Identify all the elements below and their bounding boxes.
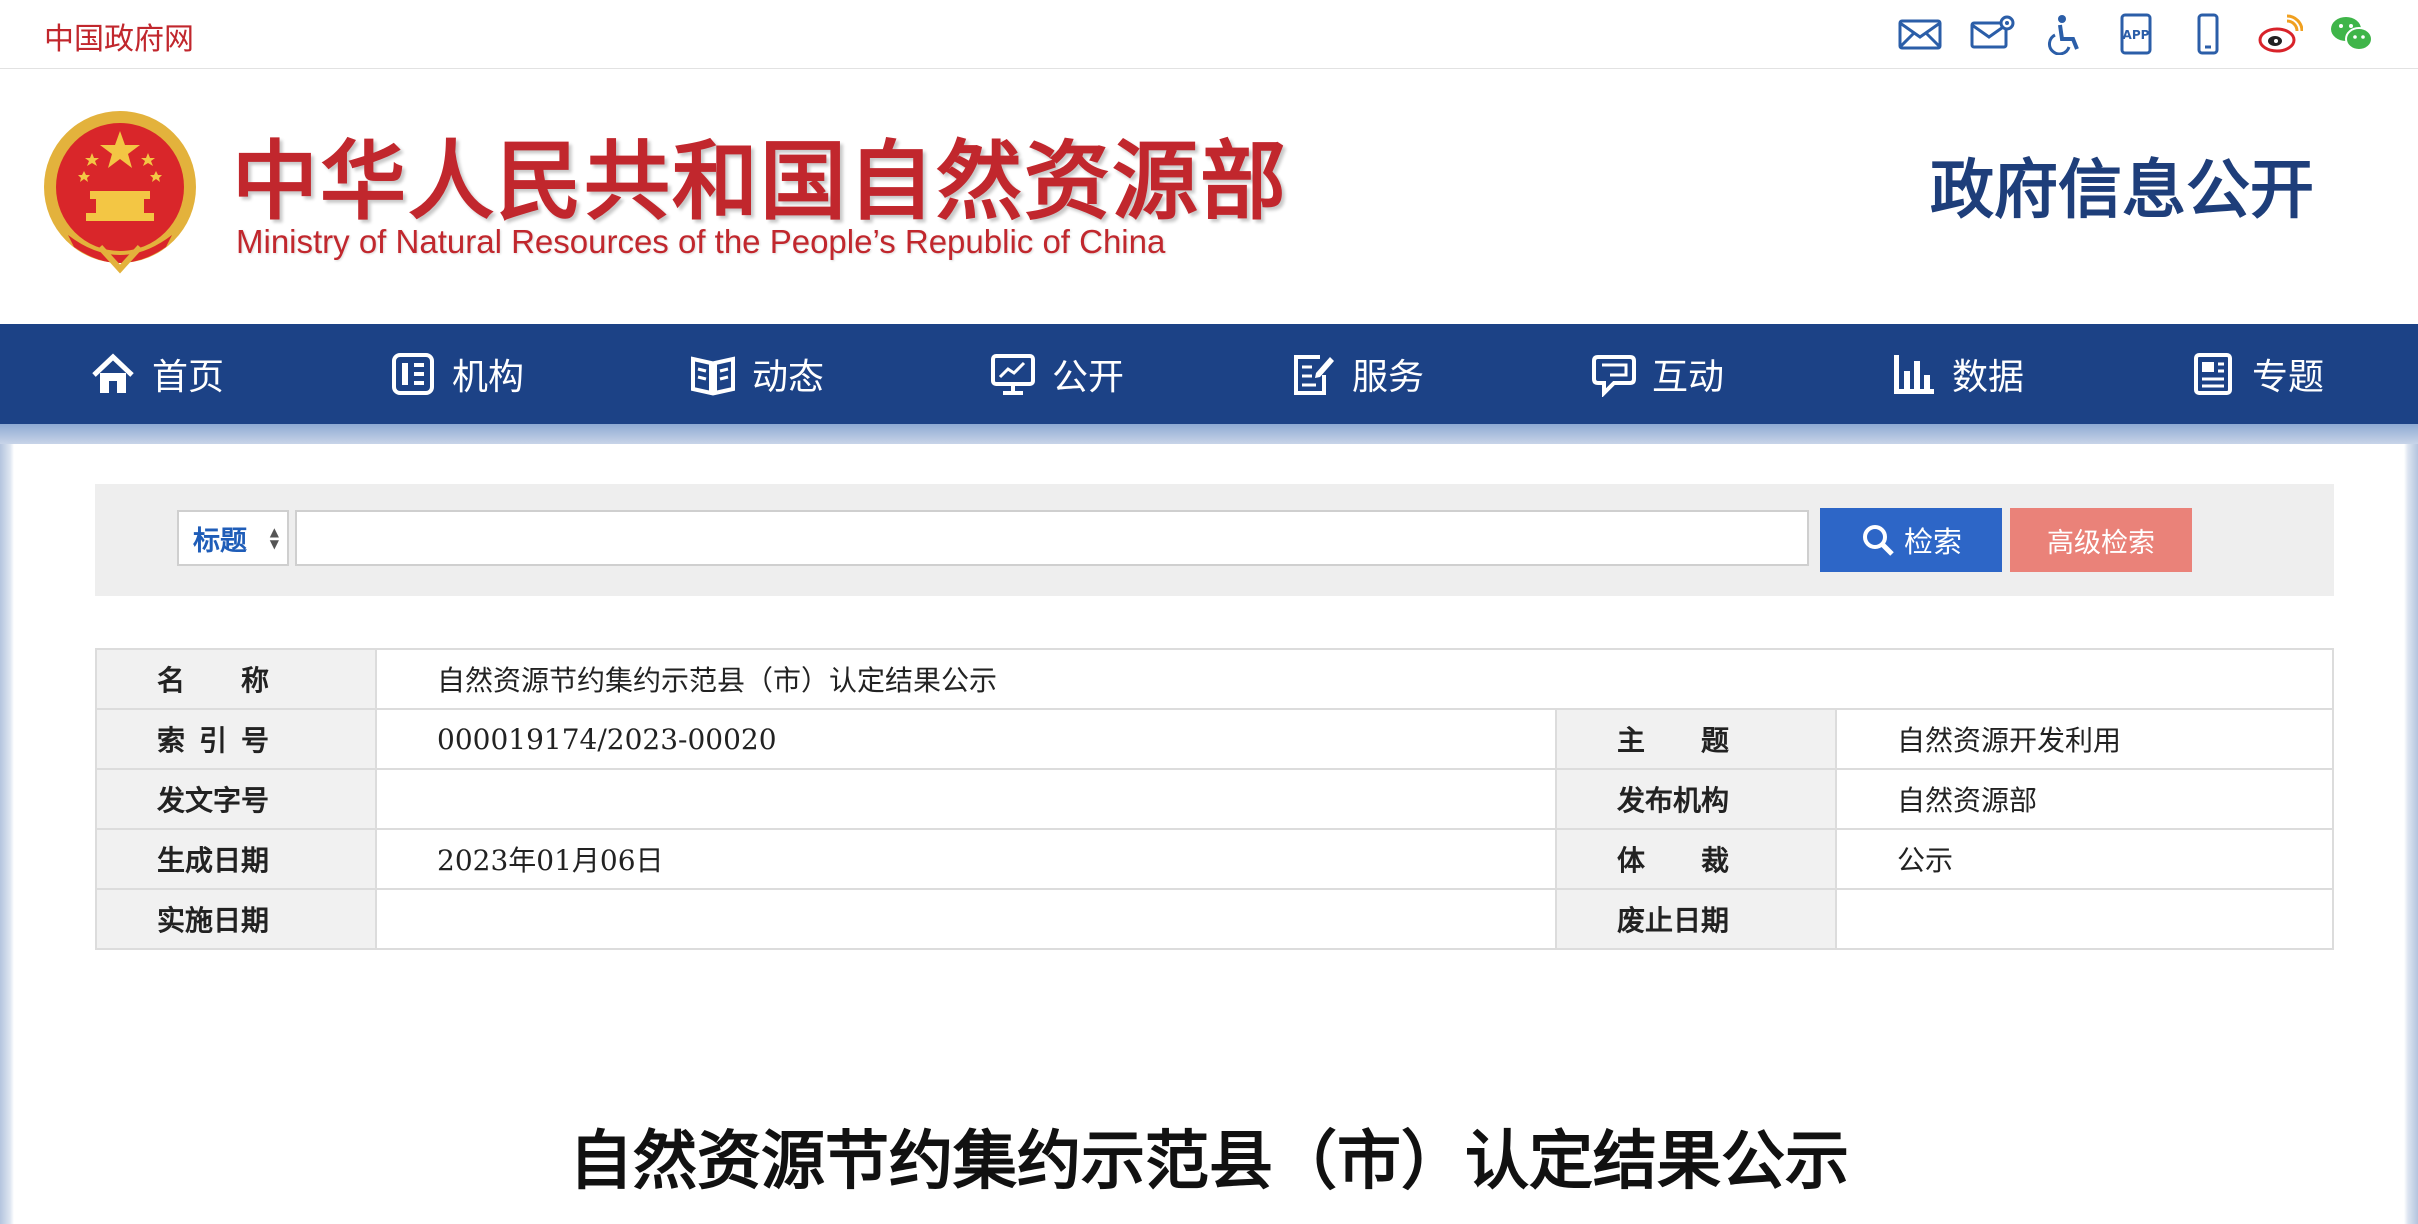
gov-portal-link[interactable]: 中国政府网 [44,14,194,58]
content-panel: 标题 ▲ ▼ 检索 高级检索 名称 自然资源节约集约示范县（市）认定结果公示 索引… [14,444,2404,1224]
nav-item-disclosure[interactable]: 公开 [900,324,1200,424]
search-input[interactable] [295,510,1809,566]
nav-item-label: 专题 [2252,357,2325,398]
nav-item-label: 数据 [1952,357,2025,398]
home-icon [90,351,136,397]
topic-label: 主题 [1555,708,1837,770]
nav-item-data[interactable]: 数据 [1800,324,2100,424]
nav-item-news[interactable]: 动态 [600,324,900,424]
effective-date-value [375,888,1557,950]
created-date-label: 生成日期 [95,828,377,890]
table-row: 实施日期 废止日期 [95,888,2334,950]
table-row: 索引号 000019174/2023-00020 主题 自然资源开发利用 [95,708,2334,770]
mail-settings-icon[interactable] [1964,10,2020,58]
site-header: 中华人民共和国自然资源部 Ministry of Natural Resourc… [0,69,2418,324]
index-label: 索引号 [95,708,377,770]
index-value: 000019174/2023-00020 [375,708,1557,770]
name-label: 名称 [95,648,377,710]
nav-item-label: 互动 [1652,357,1725,398]
created-date-value: 2023年01月06日 [375,828,1557,890]
mail-icon[interactable] [1892,10,1948,58]
nav-item-label: 动态 [752,357,825,398]
table-row: 发文字号 发布机构 自然资源部 [95,768,2334,830]
ministry-name-english: Ministry of Natural Resources of the Peo… [236,223,1166,260]
wechat-icon[interactable] [2324,10,2380,58]
search-type-select[interactable]: 标题 ▲ ▼ [177,510,289,566]
table-row: 名称 自然资源节约集约示范县（市）认定结果公示 [95,648,2334,710]
search-type-value: 标题 [193,525,247,557]
doc-number-label: 发文字号 [95,768,377,830]
national-emblem-icon [44,111,196,274]
monitor-icon [990,351,1036,397]
search-bar: 标题 ▲ ▼ 检索 高级检索 [95,484,2334,596]
expiry-date-label: 废止日期 [1555,888,1837,950]
top-bar: 中国政府网 APP [0,0,2418,69]
app-icon-label: APP [2123,28,2150,42]
nav-item-label: 公开 [1052,357,1125,398]
nav-item-services[interactable]: 服务 [1200,324,1500,424]
doc-number-value [375,768,1557,830]
genre-value: 公示 [1835,828,2334,890]
edit-icon [1290,351,1336,397]
weibo-icon[interactable] [2252,10,2308,58]
genre-label: 体裁 [1555,828,1837,890]
name-value: 自然资源节约集约示范县（市）认定结果公示 [375,648,2334,710]
organization-icon [390,351,436,397]
updown-arrow-icon: ▲ ▼ [269,525,279,551]
content-frame-top-band [0,424,2418,444]
ministry-name-chinese: 中华人民共和国自然资源部 [232,131,1288,232]
document-metadata-table: 名称 自然资源节约集约示范县（市）认定结果公示 索引号 000019174/20… [95,648,2334,950]
mobile-icon[interactable] [2180,10,2236,58]
search-icon [1862,525,1894,556]
main-nav: 首页 机构 动态 公开 服务 互动 数据 专题 [0,324,2418,424]
expiry-date-value [1835,888,2334,950]
search-button[interactable]: 检索 [1820,508,2002,572]
topic-value: 自然资源开发利用 [1835,708,2334,770]
section-title: 政府信息公开 [1930,153,2314,228]
advanced-search-button[interactable]: 高级检索 [2010,508,2192,572]
publisher-value: 自然资源部 [1835,768,2334,830]
nav-item-label: 服务 [1352,357,1425,398]
publisher-label: 发布机构 [1555,768,1837,830]
nav-item-topics[interactable]: 专题 [2100,324,2400,424]
accessibility-icon[interactable] [2036,10,2092,58]
book-icon [690,351,736,397]
top-icon-bar: APP [1876,10,2380,58]
newspaper-icon [2190,351,2236,397]
table-row: 生成日期 2023年01月06日 体裁 公示 [95,828,2334,890]
bar-chart-icon [1890,351,1936,397]
article-title: 自然资源节约集约示范县（市）认定结果公示 [569,1124,1849,1199]
effective-date-label: 实施日期 [95,888,377,950]
nav-item-interaction[interactable]: 互动 [1500,324,1800,424]
nav-item-home[interactable]: 首页 [0,324,300,424]
nav-item-label: 机构 [452,357,525,398]
nav-item-organization[interactable]: 机构 [300,324,600,424]
chat-icon [1590,351,1636,397]
search-button-label: 检索 [1903,527,1962,559]
nav-item-label: 首页 [152,357,225,398]
app-icon[interactable]: APP [2108,10,2164,58]
